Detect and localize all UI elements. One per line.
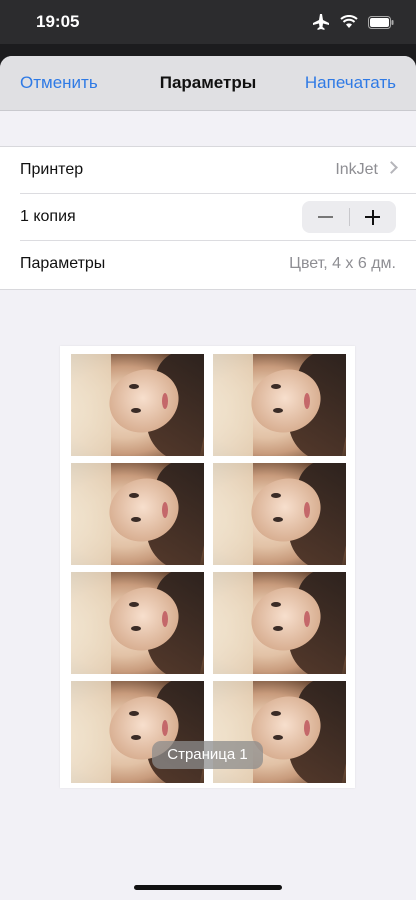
photo-thumbnail (71, 572, 204, 674)
plus-icon (365, 209, 381, 225)
airplane-icon (313, 14, 329, 30)
photo-thumbnail (71, 463, 204, 565)
print-preview-page[interactable] (60, 346, 355, 788)
wifi-icon (340, 15, 358, 28)
photo-thumbnail (213, 572, 346, 674)
print-button[interactable]: Напечатать (305, 73, 396, 93)
printer-row[interactable]: Принтер InkJet (0, 147, 416, 194)
photo-thumbnail (213, 463, 346, 565)
navigation-bar: Отменить Параметры Напечатать (0, 56, 416, 111)
status-bar: 19:05 (0, 0, 416, 44)
home-indicator[interactable] (134, 885, 282, 890)
decrement-button[interactable] (302, 201, 349, 233)
printer-name: InkJet (335, 161, 378, 178)
photo-thumbnail (213, 354, 346, 456)
options-label: Параметры (20, 255, 106, 272)
options-value: Цвет, 4 x 6 дм. (289, 255, 396, 272)
printer-label: Принтер (20, 161, 84, 178)
status-time: 19:05 (36, 12, 80, 31)
print-options-sheet: Отменить Параметры Напечатать Принтер In… (0, 56, 416, 900)
copies-stepper (302, 201, 396, 233)
printer-value: InkJet (335, 161, 398, 179)
photo-thumbnail (71, 354, 204, 456)
copies-label: 1 копия (20, 208, 76, 225)
battery-icon (368, 15, 394, 29)
page-indicator: Страница 1 (152, 741, 263, 769)
minus-icon (317, 216, 333, 218)
settings-group: Принтер InkJet 1 копия Параметры Цвет, 4… (0, 146, 416, 290)
increment-button[interactable] (350, 201, 397, 233)
copies-row: 1 копия (0, 194, 416, 241)
status-icons (312, 14, 394, 30)
chevron-right-icon (385, 161, 398, 174)
options-row[interactable]: Параметры Цвет, 4 x 6 дм. (0, 241, 416, 288)
